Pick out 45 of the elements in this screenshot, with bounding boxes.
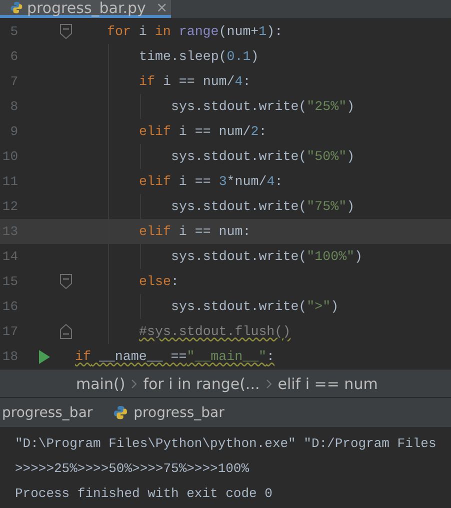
console-line: >>>>>25%>>>>50%>>>>75%>>>>100%	[15, 460, 250, 478]
line-number: 16	[1, 299, 18, 314]
line-number: 7	[9, 74, 18, 89]
code-line: for i in range(num+1):	[107, 22, 283, 40]
line-number: 17	[1, 324, 18, 339]
close-icon[interactable]: ×	[156, 0, 168, 14]
code-line: sys.stdout.write("75%")	[171, 198, 355, 216]
line-number: 8	[9, 99, 18, 114]
code-line: else:	[139, 272, 179, 290]
line-number: 12	[1, 199, 18, 214]
line-number: 11	[1, 174, 18, 189]
python-icon	[112, 405, 128, 420]
chevron-icon	[131, 378, 138, 388]
line-number: 9	[9, 124, 18, 139]
code-line: sys.stdout.write("100%")	[171, 248, 363, 266]
line-number: 10	[1, 149, 18, 164]
code-line: if i == num/4:	[139, 72, 251, 90]
line-number: 6	[9, 49, 18, 64]
code-line: sys.stdout.write("50%")	[171, 148, 355, 166]
python-icon	[10, 1, 23, 14]
breadcrumb[interactable]: for i in range(...	[143, 374, 260, 392]
line-number: 15	[1, 274, 18, 289]
code-line: elif i == num/2:	[139, 122, 267, 140]
breadcrumb[interactable]: main()	[76, 374, 126, 392]
editor-tab[interactable]: progress_bar.py ×	[0, 0, 171, 18]
line-number: 14	[1, 249, 18, 264]
code-line: if __name__ =="__main__":	[75, 348, 275, 366]
line-number: 5	[9, 24, 18, 39]
fold-icon[interactable]	[60, 324, 72, 339]
fold-icon[interactable]	[60, 24, 72, 39]
run-tab[interactable]: progress_bar	[2, 404, 93, 420]
chevron-icon	[266, 378, 272, 388]
code-line: time.sleep(0.1)	[139, 48, 259, 66]
fold-icon[interactable]	[60, 274, 72, 289]
breadcrumb[interactable]: elif i == num	[278, 374, 378, 392]
console-line: "D:\Program Files\Python\python.exe" "D:/Program Files	[15, 435, 438, 453]
line-number: 18	[1, 349, 18, 364]
run-icon[interactable]	[39, 350, 50, 364]
code-line: #sys.stdout.flush()	[139, 322, 291, 340]
run-tab[interactable]: progress_bar	[112, 404, 224, 420]
code-line: elif i == 3*num/4:	[139, 172, 283, 190]
code-line: elif i == num:	[139, 222, 251, 240]
code-line: sys.stdout.write(">")	[171, 298, 339, 316]
code-line: sys.stdout.write("25%")	[171, 98, 355, 116]
console-line: Process finished with exit code 0	[15, 485, 274, 503]
